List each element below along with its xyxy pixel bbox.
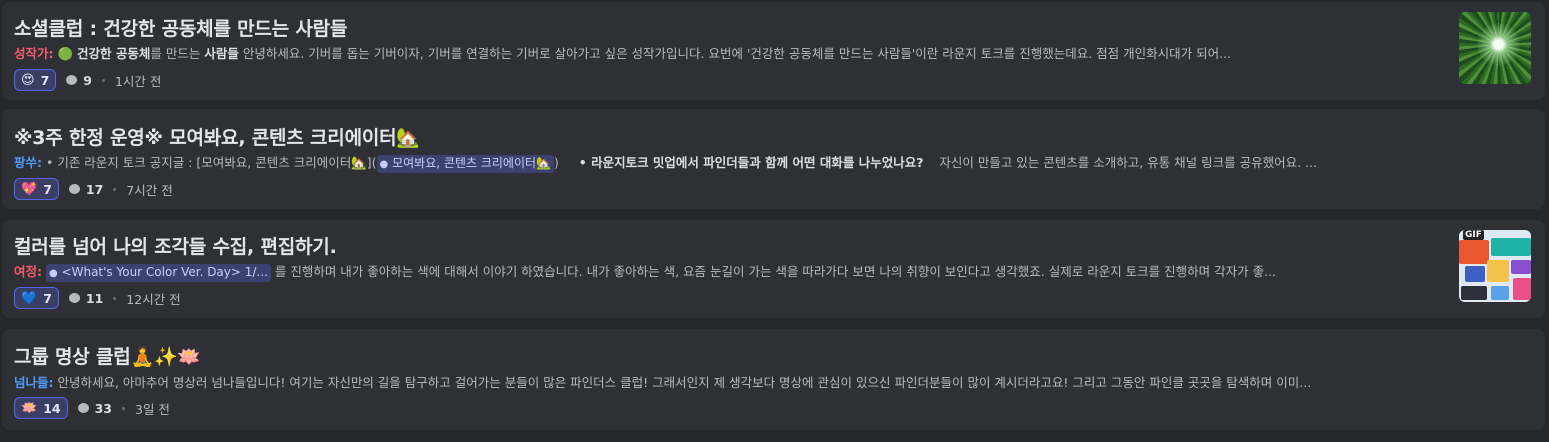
collage-tile [1511, 260, 1531, 274]
mention-chip[interactable]: ● <What's Your Color Ver. Day> 1/... [45, 264, 271, 282]
comment-count[interactable]: 9 [66, 73, 92, 88]
meta-separator [101, 78, 105, 82]
post-title[interactable]: ※3주 한정 운영※ 모여봐요, 콘텐츠 크리에이터🏡 [14, 123, 420, 150]
post-card-2[interactable]: ※3주 한정 운영※ 모여봐요, 콘텐츠 크리에이터🏡 팡쑤: • 기존 라운지… [2, 109, 1545, 209]
reaction-button[interactable]: 🪷 14 [14, 397, 68, 419]
lotus-emoji-icon: 🪷 [21, 400, 38, 416]
meta-separator [113, 187, 117, 191]
post-preview: 팡쑤: • 기존 라운지 토크 공지글 : [모여봐요, 콘텐츠 크리에이터🏡]… [14, 152, 1529, 173]
post-meta: 💖 7 17 7시간 전 [14, 177, 173, 201]
chat-bubble-icon: ● [379, 159, 389, 170]
collage-tile [1459, 240, 1489, 264]
reaction-count: 14 [43, 400, 61, 416]
comment-bubble-icon [77, 403, 89, 413]
chat-bubble-icon: ● [48, 268, 58, 279]
post-thumbnail-collage-image[interactable]: GIF [1459, 230, 1531, 302]
collage-tile [1491, 238, 1531, 256]
post-preview: 넘나들: 안녕하세요, 아마추어 명상러 넘나들입니다! 여기는 자신만의 길을… [14, 375, 1312, 390]
post-meta: 🪷 14 33 3일 전 [14, 396, 170, 420]
post-time: 1시간 전 [114, 73, 162, 89]
post-time: 7시간 전 [126, 182, 173, 198]
post-time: 12시간 전 [126, 291, 181, 307]
post-author[interactable]: 팡쑤: [14, 155, 42, 170]
collage-tile [1461, 286, 1487, 300]
mention-chip[interactable]: ● 모여봐요, 콘텐츠 크리에이터🏡 [376, 155, 554, 173]
reaction-button[interactable]: 💙 7 [14, 287, 59, 309]
reaction-button[interactable]: 💖 7 [14, 178, 59, 200]
post-author[interactable]: 넘나들: [14, 375, 54, 390]
post-author[interactable]: 여정: [14, 264, 42, 279]
reaction-count: 7 [43, 290, 52, 306]
post-thumbnail-bamboo-image[interactable] [1459, 12, 1531, 84]
collage-tile [1465, 266, 1485, 282]
post-meta: 😍 7 9 1시간 전 [14, 68, 161, 92]
post-preview: 성작가: 🟢 건강한 공동체를 만드는 사람들 안녕하세요. 기버를 돕는 기버… [14, 46, 1232, 61]
post-time: 3일 전 [135, 401, 170, 417]
comment-bubble-icon [66, 75, 78, 85]
blue-heart-emoji-icon: 💙 [21, 290, 38, 306]
comment-bubble-icon [68, 184, 80, 194]
comment-count[interactable]: 17 [68, 182, 103, 197]
post-card-1[interactable]: 소셜클럽 : 건강한 공동체를 만드는 사람들 성작가: 🟢 건강한 공동체를 … [2, 2, 1545, 100]
post-card-4[interactable]: 그룹 명상 클럽🧘✨🪷 넘나들: 안녕하세요, 아마추어 명상러 넘나들입니다!… [2, 329, 1545, 430]
post-meta: 💙 7 11 12시간 전 [14, 286, 181, 310]
post-author[interactable]: 성작가: [14, 46, 54, 61]
post-title[interactable]: 소셜클럽 : 건강한 공동체를 만드는 사람들 [14, 14, 347, 41]
comment-bubble-icon [68, 293, 80, 303]
post-title[interactable]: 그룹 명상 클럽🧘✨🪷 [14, 342, 201, 369]
green-circle-emoji-icon: 🟢 [57, 46, 74, 61]
reaction-count: 7 [40, 72, 50, 88]
post-title[interactable]: 컬러를 넘어 나의 조각들 수집, 편집하기. [14, 232, 337, 259]
collage-tile [1487, 260, 1509, 282]
sparkling-heart-emoji-icon: 💖 [21, 181, 38, 197]
collage-tile [1513, 278, 1531, 300]
post-preview: 여정: ● <What's Your Color Ver. Day> 1/...… [14, 261, 1439, 282]
comment-count[interactable]: 11 [68, 291, 103, 306]
post-card-3[interactable]: 컬러를 넘어 나의 조각들 수집, 편집하기. 여정: ● <What's Yo… [2, 220, 1545, 318]
comment-count[interactable]: 33 [77, 401, 112, 416]
heart-eyes-emoji-icon: 😍 [21, 72, 35, 88]
meta-separator [113, 296, 117, 300]
gif-badge: GIF [1463, 230, 1484, 240]
post-list: 소셜클럽 : 건강한 공동체를 만드는 사람들 성작가: 🟢 건강한 공동체를 … [0, 0, 1549, 442]
reaction-button[interactable]: 😍 7 [14, 69, 57, 91]
reaction-count: 7 [43, 181, 52, 197]
meta-separator [122, 406, 125, 410]
collage-tile [1491, 286, 1509, 300]
